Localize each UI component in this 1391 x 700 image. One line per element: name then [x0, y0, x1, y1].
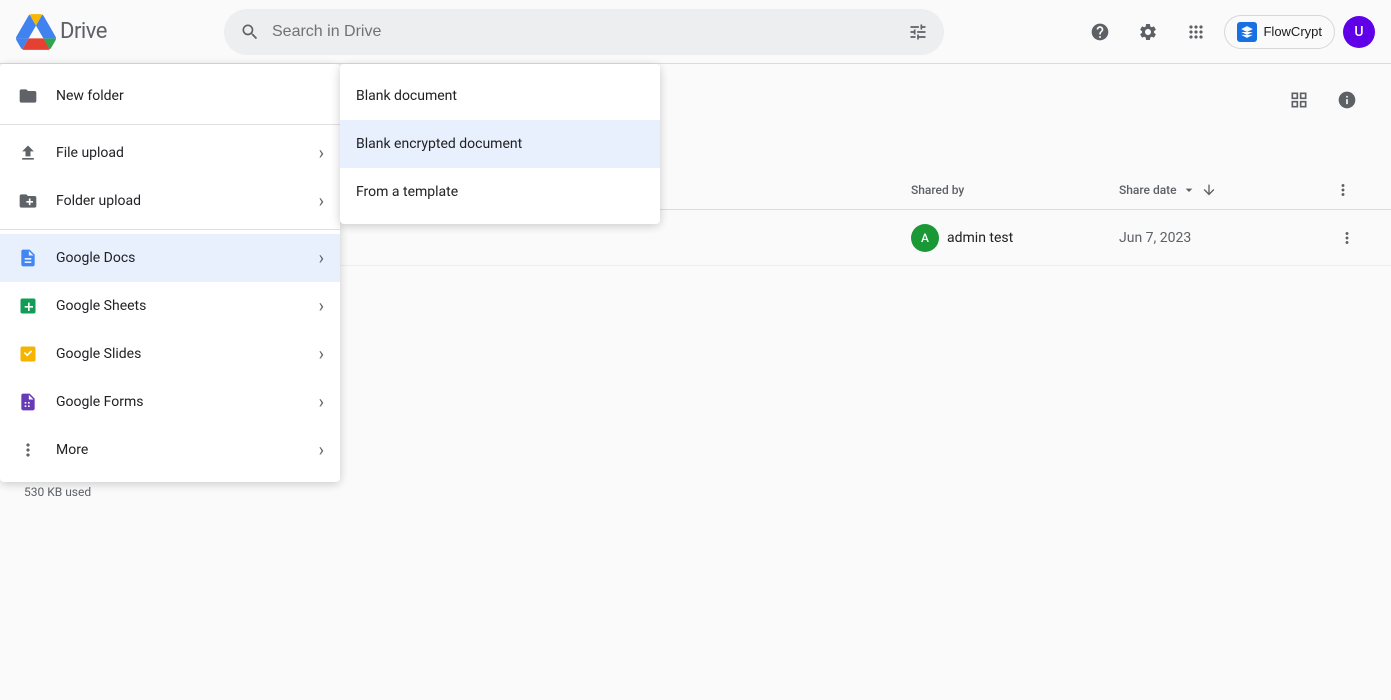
- chevron-right-icon: ›: [319, 143, 324, 164]
- folder-upload-icon: [16, 189, 40, 213]
- submenu-from-template[interactable]: From a template: [340, 168, 660, 216]
- menu-item-google-slides[interactable]: Google Slides ›: [0, 330, 340, 378]
- more-icon: [16, 438, 40, 462]
- chevron-right-icon-forms: ›: [319, 392, 324, 413]
- submenu-blank-encrypted-label: Blank encrypted document: [356, 136, 522, 152]
- menu-item-folder-upload[interactable]: Folder upload ›: [0, 177, 340, 225]
- separator-2: [0, 229, 340, 230]
- google-sheets-icon: [16, 294, 40, 318]
- menu-item-google-docs-label: Google Docs: [56, 250, 135, 266]
- menu-item-google-forms[interactable]: Google Forms ›: [0, 378, 340, 426]
- menu-item-google-docs[interactable]: Google Docs ›: [0, 234, 340, 282]
- chevron-right-icon-more: ›: [319, 440, 324, 461]
- separator-1: [0, 124, 340, 125]
- folder-icon: [16, 84, 40, 108]
- menu-item-new-folder-label: New folder: [56, 88, 124, 104]
- menu-item-file-upload[interactable]: File upload ›: [0, 129, 340, 177]
- menu-item-google-sheets-label: Google Sheets: [56, 298, 146, 314]
- google-slides-icon: [16, 342, 40, 366]
- menu-item-more-label: More: [56, 442, 88, 458]
- chevron-right-icon-docs: ›: [319, 248, 324, 269]
- menu-item-new-folder[interactable]: New folder: [0, 72, 340, 120]
- chevron-right-icon-sheets: ›: [319, 296, 324, 317]
- menu-item-folder-upload-label: Folder upload: [56, 193, 141, 209]
- submenu-from-template-label: From a template: [356, 184, 458, 200]
- menu-item-google-slides-label: Google Slides: [56, 346, 141, 362]
- menu-item-file-upload-label: File upload: [56, 145, 124, 161]
- google-forms-icon: [16, 390, 40, 414]
- chevron-right-icon-2: ›: [319, 191, 324, 212]
- file-upload-icon: [16, 141, 40, 165]
- context-menu: New folder File upload › Folder upload ›…: [0, 64, 340, 482]
- menu-item-more[interactable]: More ›: [0, 426, 340, 474]
- menu-item-google-forms-label: Google Forms: [56, 394, 144, 410]
- google-docs-icon: [16, 246, 40, 270]
- chevron-right-icon-slides: ›: [319, 344, 324, 365]
- submenu-blank-doc-label: Blank document: [356, 88, 457, 104]
- submenu-blank-encrypted[interactable]: Blank encrypted document: [340, 120, 660, 168]
- google-docs-submenu: Blank document Blank encrypted document …: [340, 64, 660, 224]
- menu-item-google-sheets[interactable]: Google Sheets ›: [0, 282, 340, 330]
- submenu-blank-doc[interactable]: Blank document: [340, 72, 660, 120]
